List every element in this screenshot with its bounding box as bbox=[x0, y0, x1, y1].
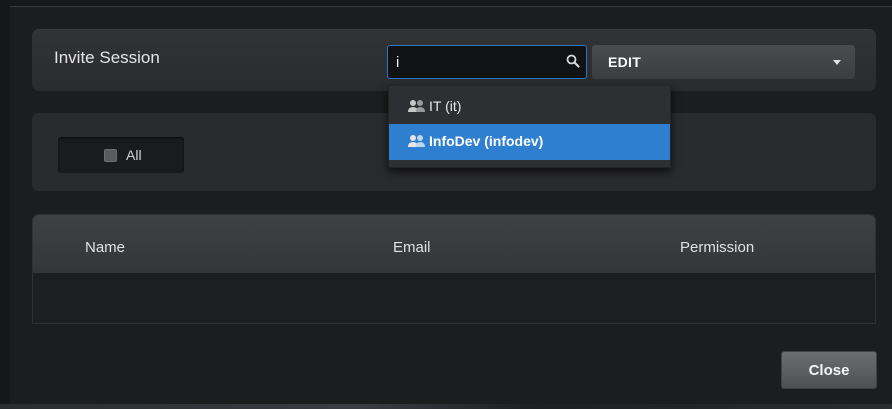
column-header-permission[interactable]: Permission bbox=[680, 239, 754, 256]
permission-select-value: EDIT bbox=[608, 54, 642, 70]
dropdown-item-infodev[interactable]: InfoDev (infodev) bbox=[389, 124, 670, 160]
search-input[interactable] bbox=[392, 49, 570, 75]
background-strip bbox=[0, 404, 892, 409]
select-all-label: All bbox=[126, 147, 142, 163]
group-icon bbox=[408, 135, 425, 147]
group-icon bbox=[408, 100, 425, 112]
search-icon[interactable] bbox=[565, 53, 581, 69]
chevron-down-icon bbox=[833, 60, 841, 65]
dropdown-item-it[interactable]: IT (it) bbox=[389, 89, 670, 125]
members-table: Name Email Permission bbox=[32, 214, 876, 324]
dropdown-item-label: IT (it) bbox=[429, 98, 462, 114]
column-header-email[interactable]: Email bbox=[393, 239, 431, 256]
select-all-checkbox[interactable] bbox=[104, 149, 117, 162]
close-button[interactable]: Close bbox=[781, 351, 877, 389]
dropdown-item-label: InfoDev (infodev) bbox=[429, 133, 544, 149]
header-panel: Invite Session EDIT bbox=[32, 29, 876, 91]
dialog-title: Invite Session bbox=[54, 48, 160, 67]
column-header-name[interactable]: Name bbox=[85, 239, 125, 256]
invite-session-dialog: Invite Session EDIT All Name Email Permi… bbox=[10, 6, 892, 404]
search-box[interactable] bbox=[387, 45, 587, 79]
select-all-toggle[interactable]: All bbox=[58, 137, 184, 173]
table-header: Name Email Permission bbox=[33, 215, 875, 273]
search-results-dropdown: IT (it) InfoDev (infodev) bbox=[388, 85, 671, 168]
permission-select[interactable]: EDIT bbox=[592, 45, 855, 79]
